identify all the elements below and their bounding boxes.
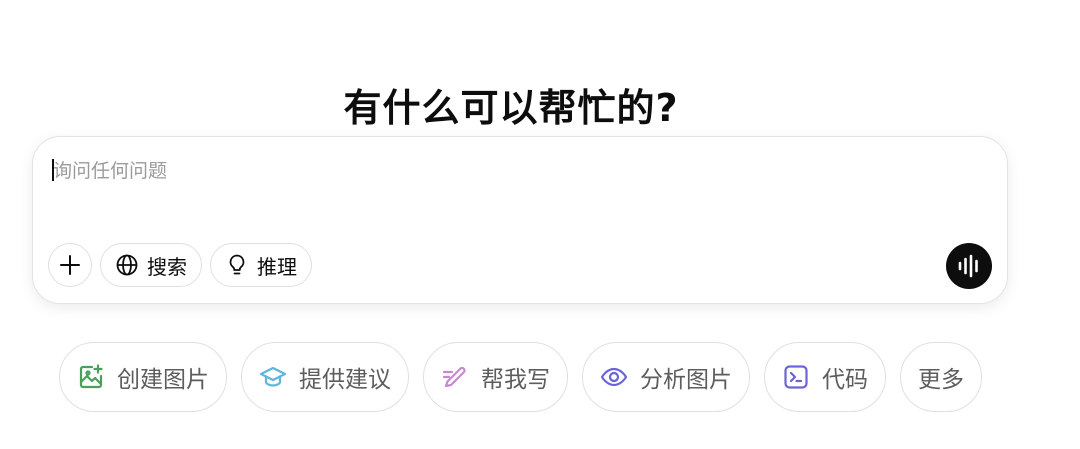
create-image-chip[interactable]: 创建图片 xyxy=(59,342,227,412)
search-button-label: 搜索 xyxy=(147,254,187,279)
advice-chip-label: 提供建议 xyxy=(299,367,391,393)
page-title: 有什么可以帮忙的? xyxy=(343,86,679,131)
code-chip[interactable]: 代码 xyxy=(764,342,886,412)
lightbulb-icon xyxy=(225,253,249,277)
help-me-write-chip-label: 帮我写 xyxy=(481,367,550,393)
search-button[interactable]: 搜索 xyxy=(100,243,202,287)
add-button[interactable] xyxy=(48,243,92,287)
plus-icon xyxy=(58,253,82,277)
voice-waveform-icon xyxy=(956,253,982,279)
voice-mode-button[interactable] xyxy=(946,243,992,289)
graduation-cap-icon xyxy=(259,363,287,391)
composer-toolbar: 搜索 推理 xyxy=(48,243,312,287)
prompt-input[interactable] xyxy=(53,157,953,185)
terminal-icon xyxy=(782,363,810,391)
prompt-composer[interactable]: 搜索 推理 xyxy=(32,136,1008,304)
globe-icon xyxy=(115,253,139,277)
reason-button[interactable]: 推理 xyxy=(210,243,312,287)
eye-icon xyxy=(600,363,628,391)
image-create-icon xyxy=(77,363,105,391)
text-cursor xyxy=(52,159,54,181)
more-chip-label: 更多 xyxy=(918,367,964,393)
advice-chip[interactable]: 提供建议 xyxy=(241,342,409,412)
pen-icon xyxy=(441,363,469,391)
help-me-write-chip[interactable]: 帮我写 xyxy=(423,342,568,412)
analyze-image-chip[interactable]: 分析图片 xyxy=(582,342,750,412)
analyze-image-chip-label: 分析图片 xyxy=(640,367,732,393)
code-chip-label: 代码 xyxy=(822,367,868,393)
more-chip[interactable]: 更多 xyxy=(900,342,982,412)
create-image-chip-label: 创建图片 xyxy=(117,367,209,393)
reason-button-label: 推理 xyxy=(257,254,297,279)
page: 有什么可以帮忙的? 搜索 xyxy=(0,0,1080,449)
suggestion-chips: 创建图片 提供建议 帮我写 分析图片 代码 更多 xyxy=(59,342,982,412)
